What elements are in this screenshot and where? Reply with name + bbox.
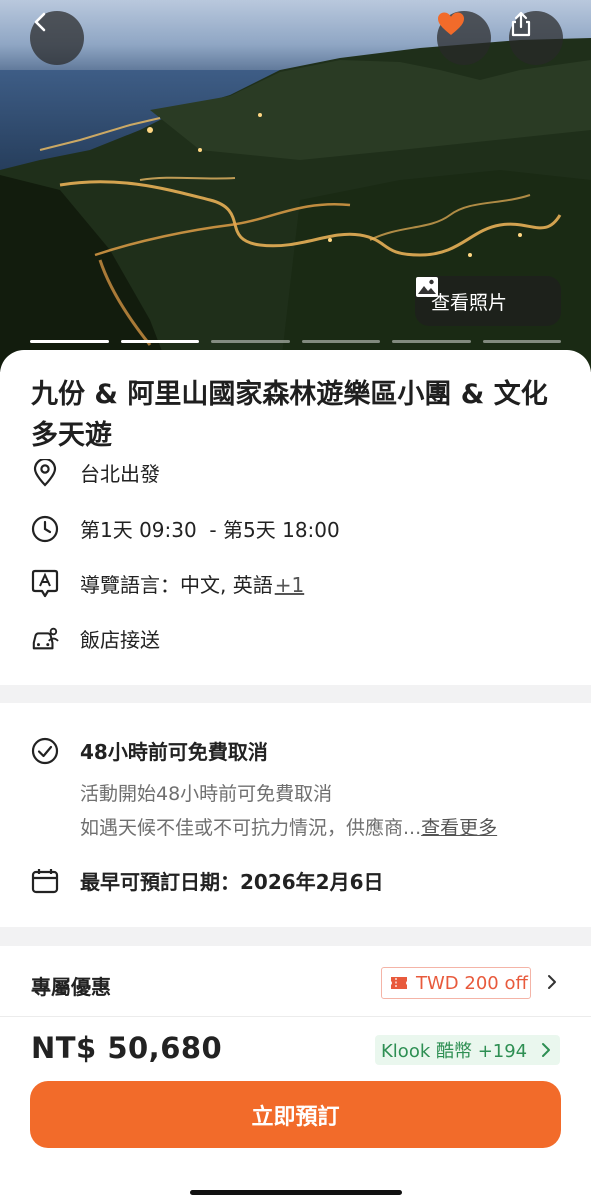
carousel-dot — [211, 340, 290, 343]
location-pin-icon — [31, 458, 59, 487]
divider — [0, 1016, 591, 1017]
section-divider — [0, 685, 591, 703]
share-icon — [511, 11, 531, 37]
coupon-icon — [391, 977, 407, 989]
schedule-text: 第1天 09:30 - 第5天 18:00 — [80, 518, 340, 542]
cancellation-title: 48小時前可免費取消 — [80, 740, 268, 764]
hero-photo[interactable]: 查看照片 — [0, 0, 591, 372]
view-photos-button[interactable]: 查看照片 — [415, 276, 561, 326]
departure-row: 台北出發 — [31, 458, 160, 487]
home-indicator — [190, 1190, 402, 1195]
carousel-dot — [30, 340, 109, 343]
cancellation-detail: 活動開始48小時前可免費取消 — [80, 783, 333, 805]
promo-tag-text: TWD 200 off — [416, 972, 528, 994]
earliest-date-row: 最早可預訂日期：2026年2月6日 — [31, 866, 384, 895]
book-now-button[interactable]: 立即預訂 — [30, 1081, 561, 1148]
favorite-button[interactable] — [437, 11, 491, 65]
language-icon — [31, 569, 59, 598]
chevron-right-icon — [548, 975, 556, 989]
carousel-indicator — [30, 340, 561, 343]
klook-coins-text: Klook 酷幣 +194 — [381, 1041, 528, 1062]
view-photos-label: 查看照片 — [431, 291, 508, 314]
check-circle-icon — [31, 737, 59, 765]
total-price: NT$ 50,680 — [31, 1031, 223, 1065]
booking-section: 專屬優惠 TWD 200 off NT$ 50,680 Klook 酷幣 +19… — [0, 946, 591, 1195]
pickup-text: 飯店接送 — [80, 628, 160, 652]
hotel-pickup-icon — [31, 625, 59, 653]
language-row: 導覽語言：中文, 英語 +1 — [31, 569, 304, 598]
more-languages-link[interactable]: +1 — [275, 573, 304, 597]
klook-coins-badge[interactable]: Klook 酷幣 +194 — [375, 1035, 560, 1065]
section-divider — [0, 927, 591, 946]
carousel-dot — [482, 340, 561, 343]
heart-icon — [438, 12, 464, 35]
chevron-right-icon — [542, 1043, 551, 1057]
chevron-left-icon — [34, 12, 46, 32]
carousel-dot — [120, 340, 199, 343]
cancellation-row: 48小時前可免費取消 — [31, 736, 268, 765]
earliest-date-text: 最早可預訂日期：2026年2月6日 — [80, 870, 384, 894]
clock-icon — [31, 515, 59, 543]
pickup-row: 飯店接送 — [31, 624, 160, 653]
carousel-dot — [301, 340, 380, 343]
policy-section: 48小時前可免費取消 活動開始48小時前可免費取消 如遇天候不佳或不可抗力情況，… — [0, 703, 591, 941]
share-button[interactable] — [509, 11, 563, 65]
back-button[interactable] — [30, 11, 84, 65]
departure-text: 台北出發 — [80, 462, 160, 486]
schedule-row: 第1天 09:30 - 第5天 18:00 — [31, 514, 340, 543]
promo-coupon-tag[interactable]: TWD 200 off — [381, 967, 531, 999]
promo-chevron-button[interactable] — [545, 973, 559, 995]
activity-title: 九份 & 阿里山國家森林遊樂區小團 & 文化多天遊 — [31, 379, 548, 451]
activity-summary-card: 九份 & 阿里山國家森林遊樂區小團 & 文化多天遊 台北出發 第1天 09:30… — [0, 350, 591, 685]
language-text: 導覽語言：中文, 英語 — [80, 573, 273, 597]
image-icon — [416, 277, 438, 297]
weather-note: 如遇天候不佳或不可抗力情況，供應商... — [80, 817, 422, 839]
promo-label: 專屬優惠 — [31, 975, 111, 999]
calendar-icon — [31, 867, 59, 895]
see-more-link[interactable]: 查看更多 — [421, 817, 497, 839]
carousel-dot — [392, 340, 471, 343]
